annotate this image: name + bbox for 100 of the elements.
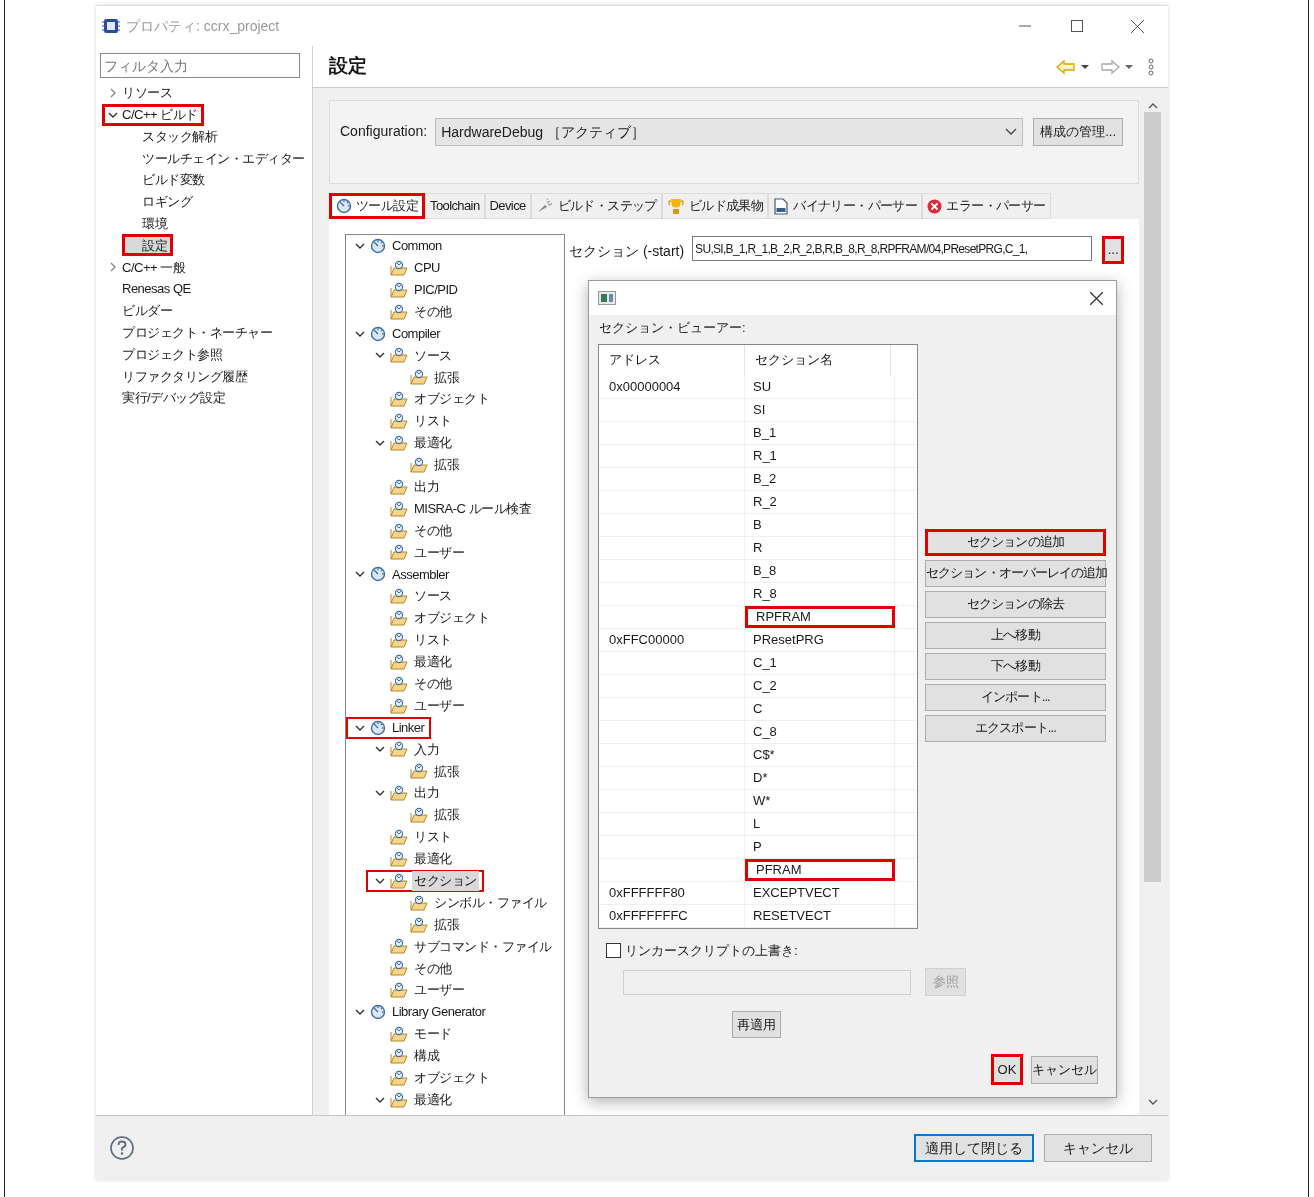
tree-item[interactable]: ユーザー (366, 541, 471, 564)
tab[interactable]: ビルド成果物 (661, 193, 769, 219)
nav-item[interactable]: 設定 (122, 234, 173, 257)
tree-item[interactable]: ユーザー (366, 694, 471, 717)
tab[interactable]: ビルド・ステップ (530, 193, 662, 219)
manage-configurations-button[interactable]: 構成の管理... (1033, 118, 1123, 146)
nav-item[interactable]: リファクタリング履歴 (102, 365, 253, 388)
script-path-field[interactable] (623, 969, 911, 995)
ok-button[interactable]: OK (991, 1054, 1023, 1085)
tree-item[interactable]: MISRA-C ルール検査 (366, 497, 538, 520)
nav-item[interactable]: ビルダー (102, 299, 178, 322)
browse-button[interactable]: ... (1102, 236, 1125, 264)
tree-item[interactable]: 最適化 (366, 847, 459, 870)
scroll-up-icon[interactable] (1147, 102, 1158, 110)
action-button[interactable]: セクション・オーバーレイの追加 (925, 559, 1106, 587)
folder-tool-icon (390, 850, 408, 867)
folder-tool-icon (390, 982, 408, 999)
nav-item[interactable]: ツールチェイン・エディター (122, 147, 311, 170)
nav-item[interactable]: C/C++ 一般 (102, 256, 192, 279)
tab[interactable]: バイナリー・パーサー (768, 193, 923, 219)
more-menu-icon[interactable] (1148, 57, 1154, 76)
tree-item[interactable]: ソース (366, 344, 459, 367)
tab[interactable]: Toolchain (425, 193, 485, 219)
tree-item[interactable]: 出力 (366, 475, 446, 498)
nav-item[interactable]: ロギング (122, 190, 198, 213)
column-header[interactable]: アドレス (599, 344, 745, 376)
checkbox[interactable] (606, 942, 621, 958)
tree-item[interactable]: 入力 (366, 738, 446, 761)
filter-field[interactable]: フィルタ入力 (100, 53, 300, 78)
tree-item[interactable]: その他 (366, 957, 459, 980)
tree-item[interactable]: PIC/PID (366, 278, 465, 301)
column-header[interactable]: セクション名 (745, 344, 891, 376)
nav-item[interactable]: 実行/デバッグ設定 (102, 387, 232, 410)
action-button[interactable]: セクションの追加 (925, 528, 1106, 556)
nav-item[interactable]: Renesas QE (102, 278, 197, 301)
action-button[interactable]: エクスポート... (925, 714, 1106, 742)
tree-item[interactable]: セクション (366, 869, 484, 892)
nav-item[interactable]: リソース (102, 81, 178, 104)
nav-item[interactable]: C/C++ ビルド (102, 103, 204, 126)
tree-item[interactable]: Library Generator (346, 1001, 493, 1024)
tree-item[interactable]: モード (366, 1023, 459, 1045)
tree-item[interactable]: オブジェクト (366, 388, 496, 411)
tree-item[interactable]: オブジェクト (366, 607, 496, 630)
caret-icon[interactable] (1124, 62, 1134, 71)
tree-item[interactable]: サブコマンド・ファイル (366, 935, 559, 958)
tree-item[interactable]: 拡張 (386, 804, 466, 827)
tree-item[interactable]: 構成 (366, 1044, 446, 1067)
caret-icon[interactable] (1080, 62, 1090, 71)
tree-item[interactable]: その他 (366, 672, 459, 695)
chevron-right-icon[interactable] (108, 262, 118, 273)
section-option-field[interactable]: SU,SI,B_1,R_1,B_2,R_2,B,R,B_8,R_8,RPFRAM/04,PResetPRG,C_1, (692, 236, 1093, 261)
apply-and-close-button[interactable]: 適用して閉じる (914, 1134, 1034, 1162)
chevron-right-icon[interactable] (108, 87, 118, 98)
tree-item[interactable]: Assembler (346, 563, 456, 586)
tree-item[interactable]: ユーザー (366, 979, 471, 1002)
nav-item[interactable]: ビルド変数 (122, 169, 211, 192)
reapply-button[interactable]: 再適用 (732, 1011, 781, 1038)
tree-item[interactable]: 拡張 (386, 453, 466, 476)
action-button[interactable]: セクションの除去 (925, 590, 1106, 618)
tree-item[interactable]: リスト (366, 629, 459, 651)
tree-item[interactable]: Linker (346, 716, 432, 739)
close-icon[interactable] (1090, 291, 1103, 305)
tree-item[interactable]: シンボル・ファイル (386, 891, 554, 914)
tab[interactable]: Device (484, 193, 531, 219)
nav-item[interactable]: プロジェクト・ネーチャー (102, 321, 278, 344)
table-cell: B_8 (745, 559, 895, 582)
maximize-icon[interactable] (1071, 20, 1083, 32)
tree-item[interactable]: Common (346, 235, 449, 257)
action-button[interactable]: 上へ移動 (925, 621, 1106, 649)
tree-item[interactable]: 出力 (366, 782, 446, 805)
folder-tool-icon (390, 1069, 408, 1086)
tree-item[interactable]: リスト (366, 826, 459, 848)
tree-item[interactable]: 拡張 (386, 760, 466, 783)
cancel-button[interactable]: キャンセル (1031, 1056, 1098, 1084)
tab[interactable]: ツール設定 (329, 193, 425, 219)
nav-item[interactable]: プロジェクト参照 (102, 343, 228, 366)
tree-item[interactable]: 拡張 (386, 913, 466, 936)
tree-item[interactable]: リスト (366, 410, 459, 433)
tree-item[interactable]: 最適化 (366, 431, 459, 454)
close-icon[interactable] (1131, 19, 1144, 33)
help-icon[interactable] (110, 1136, 134, 1160)
folder-tool-icon (390, 653, 408, 670)
cancel-button[interactable]: キャンセル (1044, 1134, 1152, 1162)
tree-item[interactable]: ソース (366, 585, 459, 608)
action-button[interactable]: インポート... (925, 683, 1106, 711)
tree-item[interactable]: 最適化 (366, 650, 459, 673)
tree-item[interactable]: オブジェクト (366, 1066, 496, 1089)
configuration-dropdown[interactable]: HardwareDebug ［アクティブ］ (435, 118, 1024, 146)
scroll-down-icon[interactable] (1147, 1098, 1158, 1106)
tree-item[interactable]: その他 (366, 519, 459, 542)
tree-item[interactable]: CPU (366, 256, 447, 279)
tree-item[interactable]: Compiler (346, 322, 447, 345)
tab[interactable]: エラー・パーサー (922, 193, 1051, 219)
nav-item[interactable]: スタック解析 (122, 125, 223, 148)
nav-item[interactable]: 環境 (122, 212, 173, 235)
tree-item[interactable]: 最適化 (366, 1088, 459, 1111)
folder-tool-icon (390, 741, 408, 758)
tree-item[interactable]: 拡張 (386, 366, 466, 389)
tree-item[interactable]: その他 (366, 300, 459, 323)
action-button[interactable]: 下へ移動 (925, 652, 1106, 680)
